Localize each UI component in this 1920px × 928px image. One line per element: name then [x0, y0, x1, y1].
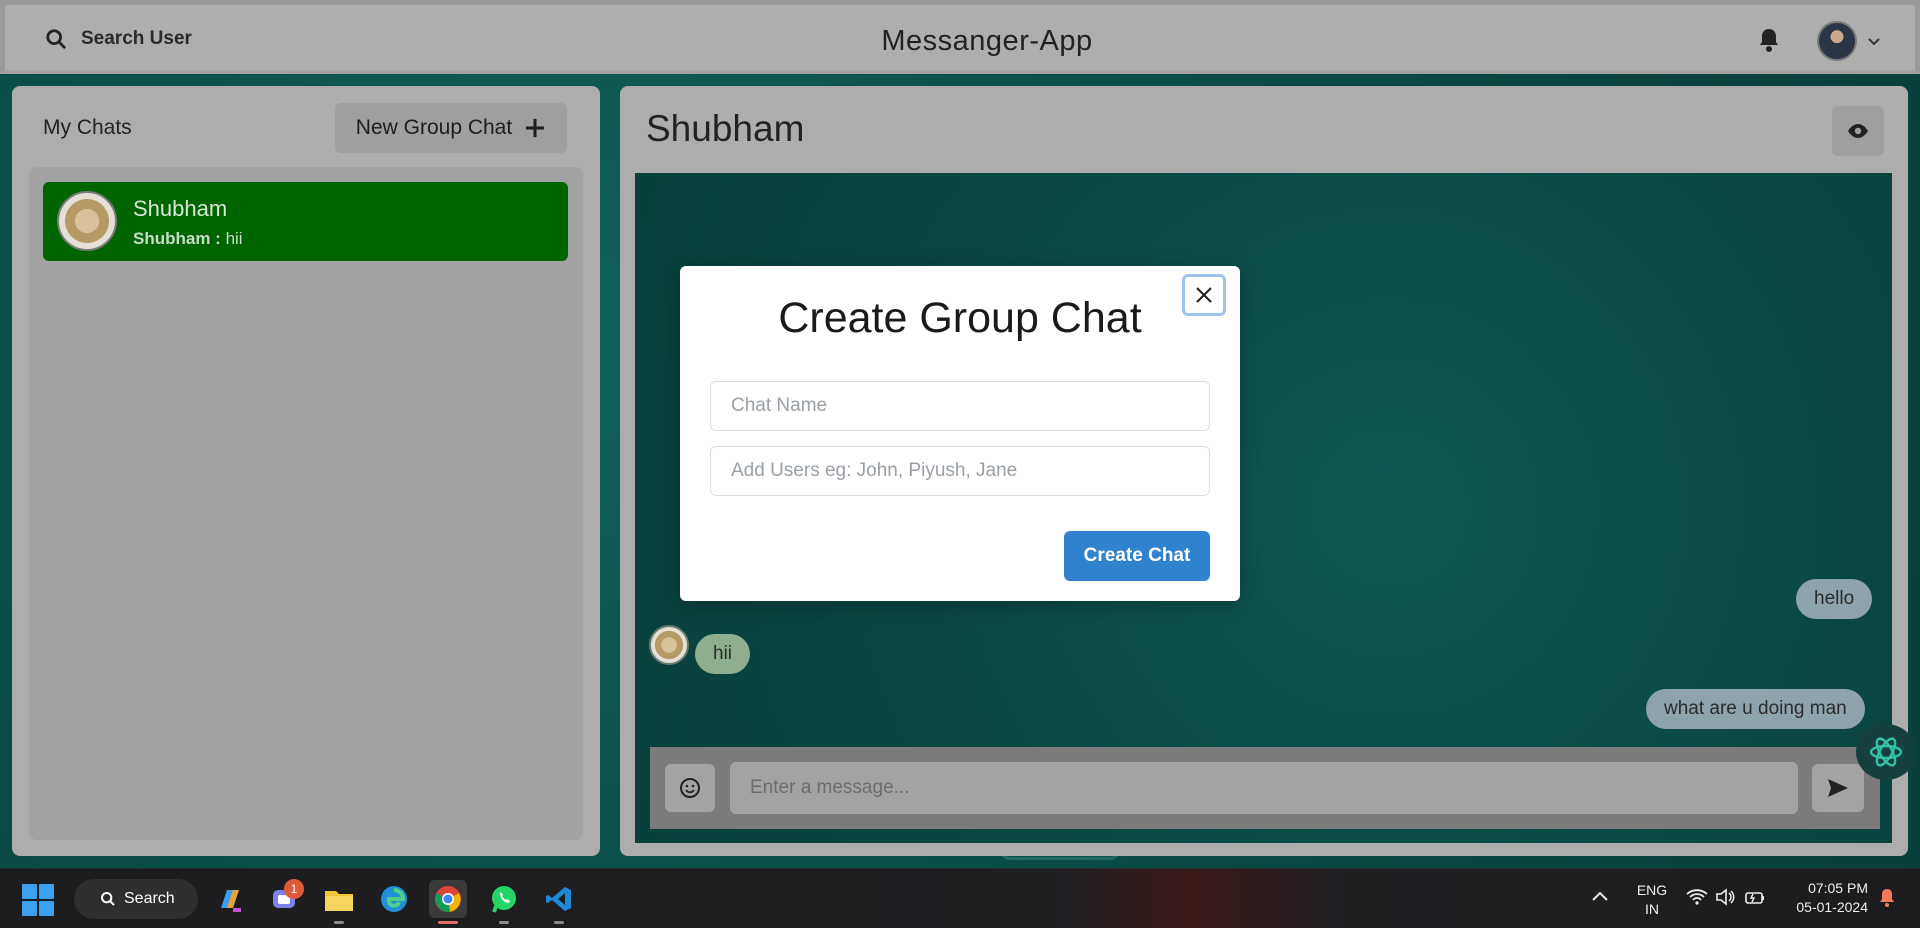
- taskbar-search-label: Search: [124, 890, 175, 907]
- create-chat-button[interactable]: Create Chat: [1064, 531, 1210, 581]
- taskbar-search[interactable]: Search: [74, 879, 198, 919]
- taskbar-running-indicator: [554, 921, 564, 924]
- modal-title: Create Group Chat: [778, 294, 1142, 342]
- taskbar-running-indicator: [499, 921, 509, 924]
- whatsapp-icon[interactable]: [485, 880, 523, 918]
- region-code: IN: [1645, 901, 1659, 917]
- add-users-input[interactable]: [710, 446, 1210, 496]
- volume-icon[interactable]: [1715, 888, 1735, 911]
- clock[interactable]: 07:05 PM 05-01-2024: [1778, 879, 1868, 917]
- clock-date: 05-01-2024: [1796, 899, 1868, 915]
- chevron-up-icon[interactable]: [1591, 889, 1609, 907]
- wifi-icon[interactable]: [1686, 888, 1708, 911]
- edge-browser-icon[interactable]: [375, 880, 413, 918]
- create-group-chat-modal: Create Group Chat Create Chat: [680, 266, 1240, 601]
- language-indicator[interactable]: ENG IN: [1632, 881, 1672, 919]
- vscode-icon[interactable]: [540, 880, 578, 918]
- close-icon: [1196, 287, 1212, 303]
- close-button[interactable]: [1182, 274, 1226, 316]
- language-code: ENG: [1636, 882, 1668, 898]
- notification-bell-icon[interactable]: [1878, 888, 1896, 913]
- copilot-icon[interactable]: [211, 880, 249, 918]
- clock-time: 07:05 PM: [1808, 880, 1868, 896]
- taskbar-active-indicator: [438, 921, 458, 924]
- notification-badge: 1: [284, 879, 304, 899]
- chat-name-input[interactable]: [710, 381, 1210, 431]
- taskbar-running-indicator: [334, 921, 344, 924]
- windows-taskbar: Search 1 ENG IN 07:05 PM 05-01-2024: [0, 868, 1920, 928]
- battery-icon[interactable]: [1744, 888, 1766, 911]
- search-icon: [101, 892, 115, 906]
- chrome-browser-icon[interactable]: [429, 880, 467, 918]
- file-explorer-icon[interactable]: [320, 880, 358, 918]
- windows-start-icon[interactable]: [22, 884, 54, 916]
